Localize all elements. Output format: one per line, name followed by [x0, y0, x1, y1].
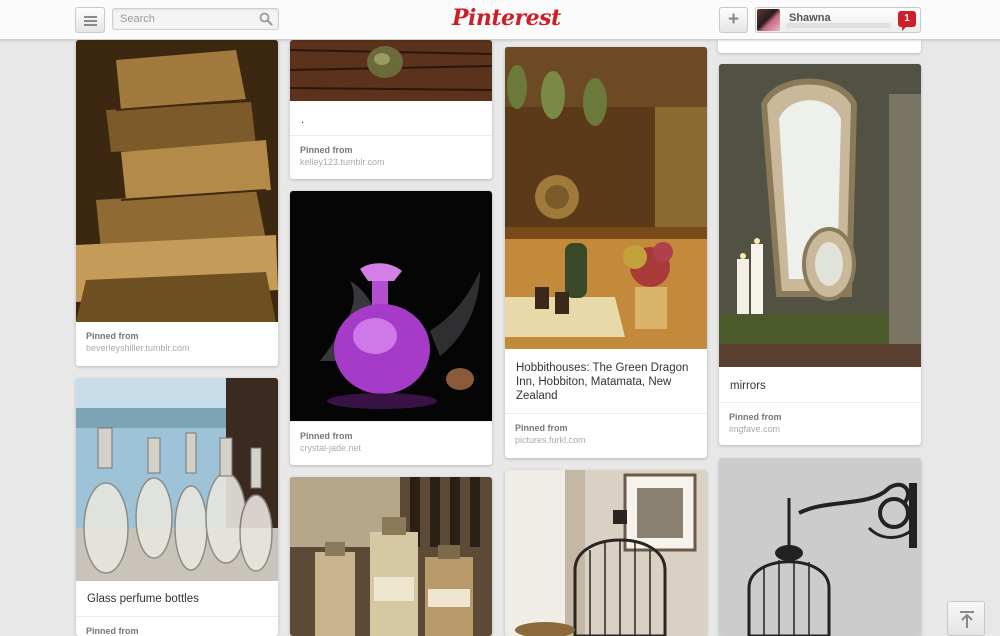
pin-description: mirrors [730, 380, 766, 392]
scroll-to-top-button[interactable] [947, 601, 985, 636]
pin-attribution: Pinned from beverleyshiller.tumblr.com [76, 322, 278, 366]
pin-description: . [301, 114, 305, 126]
add-pin-button[interactable]: + [719, 7, 748, 33]
scroll-to-top-icon [960, 611, 974, 628]
pin-image-green-dragon-inn[interactable] [505, 47, 707, 349]
pin-attribution: Pinned from [76, 616, 278, 636]
pin-source-link[interactable]: imgfave.com [729, 424, 921, 434]
search-box [112, 8, 279, 30]
pin-description: Glass perfume bottles [87, 593, 199, 605]
pin-source-link[interactable]: pictures.furkl.com [515, 435, 707, 445]
pin-card[interactable] [719, 458, 921, 636]
pin-image-purple-potion[interactable] [290, 191, 492, 421]
pin-card[interactable]: Glass perfume bottles Pinned from [76, 378, 278, 636]
pin-attribution: Pinned from kelley123.tumblr.com [290, 135, 492, 179]
pin-image-wood-knob[interactable] [290, 40, 492, 101]
pin-card[interactable]: Hobbithouses: The Green Dragon Inn, Hobb… [505, 47, 707, 458]
pin-card[interactable]: Pinned from beverleyshiller.tumblr.com [76, 40, 278, 366]
pin-image-mirrors[interactable] [719, 64, 921, 367]
pinned-from-label: Pinned from [300, 145, 353, 155]
pin-card[interactable] [290, 477, 492, 636]
pin-image-perfume-bottles[interactable] [76, 378, 278, 581]
pin-image-birdcage[interactable] [505, 470, 707, 636]
pin-description: Hobbithouses: The Green Dragon Inn, Hobb… [516, 362, 689, 402]
pinned-from-label: Pinned from [729, 412, 782, 422]
pin-image-hanging-birdcage[interactable] [719, 458, 921, 636]
user-menu[interactable]: Shawna 1 [755, 7, 921, 33]
pin-card[interactable] [505, 470, 707, 636]
pinned-from-label: Pinned from [86, 331, 139, 341]
pinned-from-label: Pinned from [300, 431, 353, 441]
pin-card[interactable]: Pinned from crystal-jade.net [290, 191, 492, 465]
pin-image-old-books[interactable] [76, 40, 278, 322]
pin-card[interactable]: mirrors Pinned from imgfave.com [719, 64, 921, 445]
pin-attribution: Pinned from crystal-jade.net [290, 421, 492, 465]
user-progress-bar [786, 23, 891, 28]
pinterest-logo[interactable]: Pinterest [452, 5, 561, 33]
search-input[interactable] [113, 9, 253, 29]
menu-icon [84, 16, 97, 18]
pin-attribution: Pinned from imgfave.com [719, 402, 921, 445]
notification-icon[interactable]: 1 [898, 11, 916, 31]
top-nav-bar: Pinterest + Shawna 1 [0, 0, 1000, 40]
search-icon[interactable] [259, 12, 273, 26]
pin-attribution: Pinned from pictures.furkl.com [505, 413, 707, 458]
pinned-from-label: Pinned from [86, 626, 139, 636]
pin-image-apothecary-bottles[interactable] [290, 477, 492, 636]
pin-card[interactable]: . Pinned from kelley123.tumblr.com [290, 40, 492, 179]
pin-card-bottom-edge [718, 40, 921, 53]
pin-source-link[interactable]: beverleyshiller.tumblr.com [86, 343, 278, 353]
avatar [757, 9, 780, 31]
menu-button[interactable] [75, 7, 105, 33]
pinned-from-label: Pinned from [515, 423, 568, 433]
pin-source-link[interactable]: crystal-jade.net [300, 443, 492, 453]
pin-source-link[interactable]: kelley123.tumblr.com [300, 157, 492, 167]
